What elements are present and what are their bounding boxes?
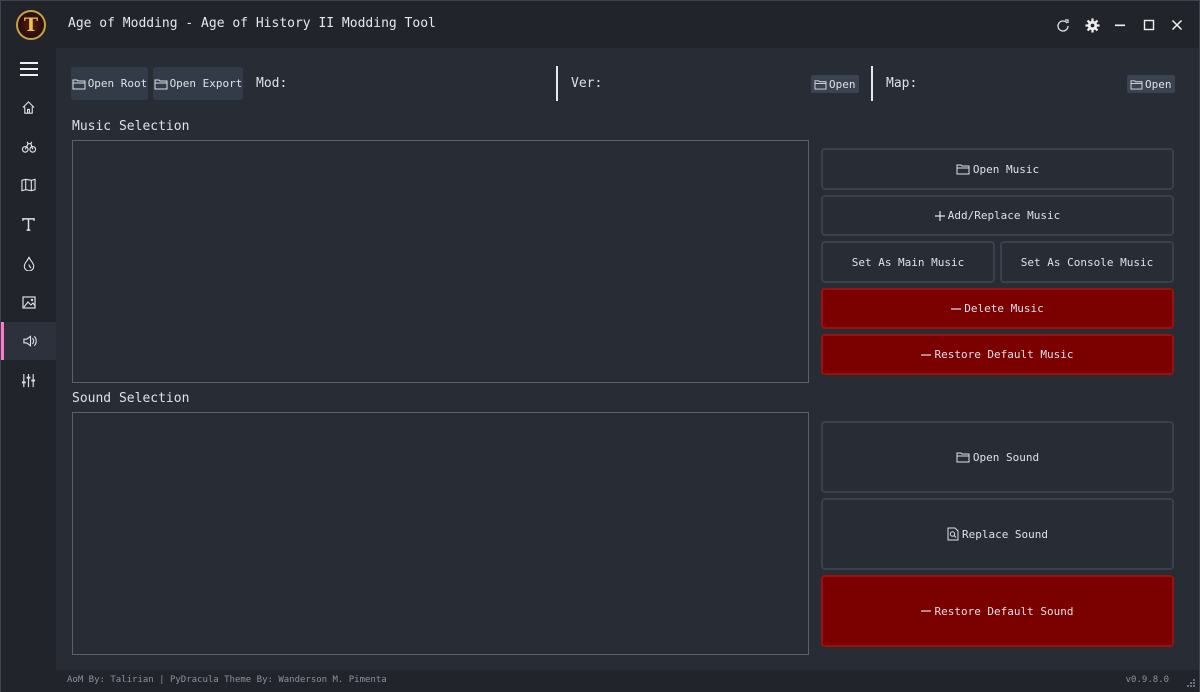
sidebar-item-home[interactable] — [1, 88, 56, 126]
sidebar-item-civilizations[interactable] — [1, 127, 56, 165]
home-icon — [22, 100, 35, 114]
music-list[interactable] — [72, 140, 809, 383]
mod-label: Mod: — [256, 76, 288, 91]
open-root-button[interactable]: Open Root — [71, 67, 148, 100]
image-icon — [21, 295, 36, 309]
minus-icon — [921, 353, 932, 356]
maximize-button[interactable] — [1138, 14, 1160, 36]
app-logo: T — [16, 10, 46, 40]
music-section-label: Music Selection — [72, 119, 190, 134]
app-window: T Age of Modding - Age of History II Mod… — [0, 0, 1200, 692]
map-open-button[interactable]: Open — [1127, 75, 1175, 93]
open-export-button[interactable]: Open Export — [153, 67, 243, 100]
toolbar-divider — [871, 66, 873, 101]
maximize-icon — [1143, 19, 1155, 31]
folder-icon — [72, 79, 86, 89]
left-sidebar — [1, 48, 56, 692]
sound-list[interactable] — [72, 412, 809, 655]
status-bar: AoM By: Talirian | PyDracula Theme By: W… — [56, 670, 1199, 692]
minus-icon — [921, 610, 932, 612]
restore-default-music-button[interactable]: Restore Default Music — [821, 334, 1174, 375]
credits-text: AoM By: Talirian | PyDracula Theme By: W… — [67, 675, 387, 685]
text-icon — [22, 217, 35, 231]
civilizations-icon — [21, 141, 36, 153]
open-sound-button[interactable]: Open Sound — [821, 421, 1174, 493]
ideology-icon — [23, 256, 34, 271]
resize-grip-icon[interactable] — [1185, 679, 1195, 689]
open-music-button[interactable]: Open Music — [821, 148, 1174, 190]
folder-icon — [956, 452, 970, 463]
map-icon — [21, 178, 36, 192]
sidebar-item-settings[interactable] — [1, 361, 56, 399]
replace-sound-button[interactable]: Replace Sound — [821, 498, 1174, 570]
set-console-music-button[interactable]: Set As Console Music — [1000, 241, 1174, 283]
settings-button[interactable] — [1081, 14, 1103, 36]
file-search-icon — [947, 527, 959, 541]
close-icon — [1171, 19, 1183, 31]
sidebar-item-sound[interactable] — [1, 322, 56, 360]
sidebar-item-images[interactable] — [1, 283, 56, 321]
ver-label: Ver: — [571, 76, 603, 91]
folder-icon — [956, 164, 970, 175]
plus-icon — [934, 210, 945, 221]
gear-icon — [1084, 17, 1100, 33]
minimize-button[interactable] — [1109, 14, 1131, 36]
set-main-music-button[interactable]: Set As Main Music — [821, 241, 995, 283]
sidebar-item-text[interactable] — [1, 205, 56, 243]
title-bar[interactable]: T Age of Modding - Age of History II Mod… — [1, 1, 1199, 48]
version-text: v0.9.8.0 — [1125, 675, 1169, 685]
settings-sliders-icon — [21, 373, 36, 387]
folder-icon — [1130, 79, 1143, 90]
refresh-icon — [1057, 19, 1069, 32]
sidebar-item-map[interactable] — [1, 166, 56, 204]
add-replace-music-button[interactable]: Add/Replace Music — [821, 195, 1174, 236]
sound-icon — [22, 335, 37, 347]
close-button[interactable] — [1166, 14, 1188, 36]
folder-icon — [154, 79, 168, 89]
folder-icon — [814, 79, 827, 90]
toolbar-divider — [556, 66, 558, 101]
map-label: Map: — [886, 76, 918, 91]
sidebar-item-ideology[interactable] — [1, 244, 56, 282]
minimize-icon — [1115, 24, 1125, 27]
menu-toggle-button[interactable] — [1, 50, 56, 88]
sound-section-label: Sound Selection — [72, 391, 190, 406]
minus-icon — [951, 307, 962, 310]
ver-open-button[interactable]: Open — [811, 75, 859, 93]
delete-music-button[interactable]: Delete Music — [821, 288, 1174, 329]
restore-default-sound-button[interactable]: Restore Default Sound — [821, 575, 1174, 647]
refresh-button[interactable] — [1052, 14, 1074, 36]
app-title: Age of Modding - Age of History II Moddi… — [68, 16, 436, 31]
menu-icon — [19, 62, 38, 76]
